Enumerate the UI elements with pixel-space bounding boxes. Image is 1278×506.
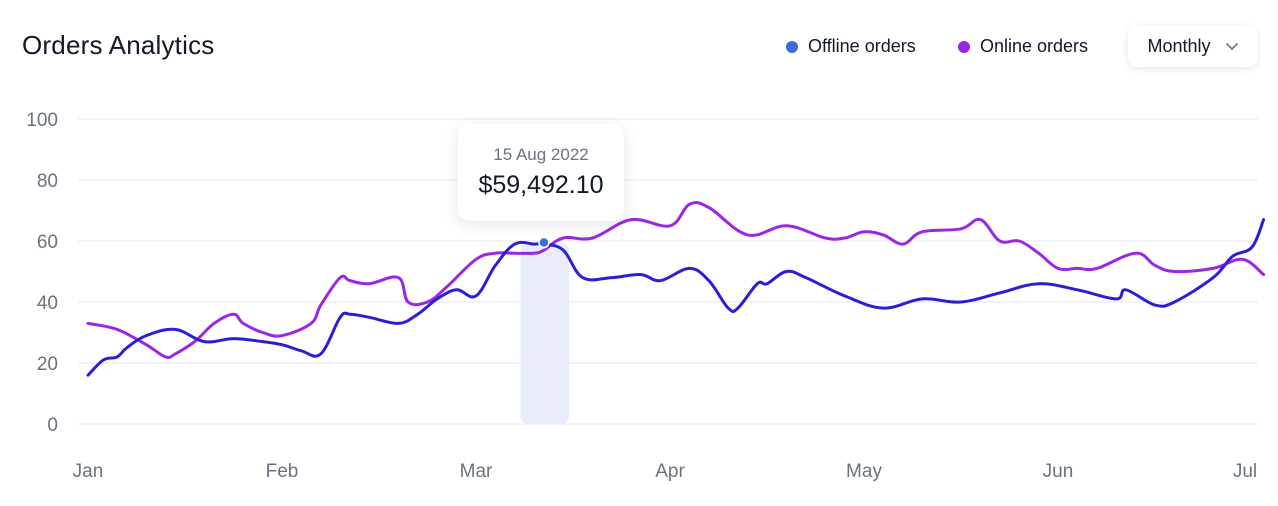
x-tick-label: Jan [73, 461, 104, 482]
hover-marker-layer [538, 236, 550, 249]
y-tick-label: 100 [26, 110, 58, 131]
y-tick-label: 0 [47, 415, 58, 436]
orders-line-chart: 0 20 40 60 80 100 Jan Feb Mar Apr May Jun Jul [26, 110, 1266, 482]
y-tick-label: 80 [37, 171, 58, 192]
legend-label-online: Online orders [980, 36, 1089, 56]
legend-label-offline: Offline orders [808, 36, 916, 56]
highlight-band [520, 242, 570, 424]
hover-point-marker [538, 236, 550, 249]
highlight-band-layer [520, 242, 570, 424]
series-line-offline-orders [86, 218, 1266, 377]
legend-dot-offline-icon [786, 40, 798, 53]
x-axis-ticks: Jan Feb Mar Apr May Jun Jul [73, 461, 1257, 482]
x-tick-label: Feb [266, 461, 299, 482]
series-line-online-orders [86, 200, 1266, 359]
legend-dot-online-icon [958, 40, 970, 53]
chart-tooltip: 15 Aug 2022 $59,492.10 [458, 124, 624, 221]
legend-item-offline-orders[interactable]: Offline orders [786, 36, 916, 57]
y-tick-label: 20 [37, 354, 58, 375]
legend-item-online-orders[interactable]: Online orders [958, 36, 1088, 57]
x-tick-label: Jun [1043, 461, 1074, 482]
x-tick-label: Apr [655, 461, 685, 482]
y-tick-label: 40 [37, 293, 58, 314]
period-dropdown[interactable]: Monthly [1128, 25, 1258, 67]
y-tick-label: 60 [37, 232, 58, 253]
x-tick-label: Mar [460, 461, 493, 482]
y-axis-ticks: 0 20 40 60 80 100 [26, 110, 58, 436]
chart-gridlines [78, 118, 1258, 425]
period-dropdown-label: Monthly [1147, 35, 1211, 56]
x-tick-label: Jul [1233, 461, 1257, 482]
chart-series [86, 200, 1266, 377]
chart-title: Orders Analytics [22, 30, 215, 60]
tooltip-value: $59,492.10 [478, 171, 604, 199]
x-tick-label: May [846, 461, 882, 482]
chevron-down-icon [1225, 43, 1238, 50]
tooltip-date: 15 Aug 2022 [493, 145, 589, 164]
